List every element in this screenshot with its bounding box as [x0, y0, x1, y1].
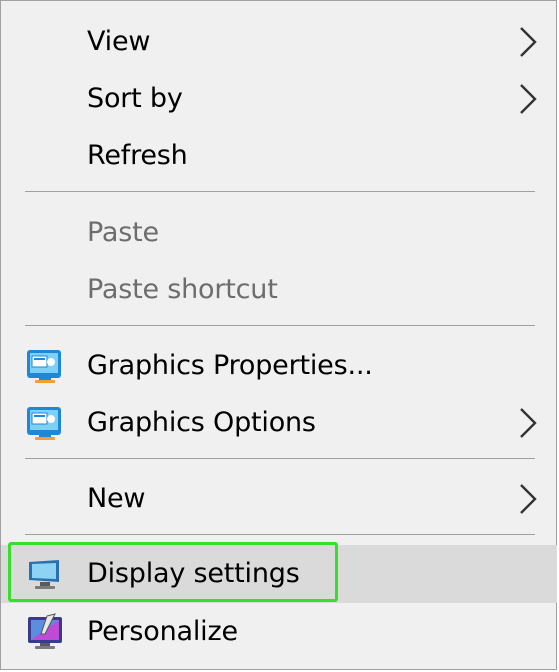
chevron-right-icon: [520, 84, 537, 114]
menu-item-new[interactable]: New: [1, 471, 557, 527]
menu-separator: [25, 458, 535, 459]
menu-separator: [25, 191, 535, 192]
intel-graphics-icon: [27, 407, 61, 440]
menu-item-label: New: [87, 482, 146, 514]
menu-item-label: Refresh: [87, 139, 188, 171]
monitor-icon: [29, 560, 59, 589]
menu-item-label: Sort by: [87, 82, 183, 114]
menu-item-label: Personalize: [87, 615, 238, 647]
menu-item-sort-by[interactable]: Sort by: [1, 71, 557, 127]
menu-item-view[interactable]: View: [1, 14, 557, 70]
menu-separator: [25, 325, 535, 326]
menu-item-label: Display settings: [87, 557, 300, 589]
menu-item-paste: Paste: [1, 205, 557, 261]
menu-item-label: View: [87, 25, 151, 57]
chevron-right-icon: [520, 27, 537, 57]
personalize-monitor-icon: [28, 613, 62, 649]
menu-item-graphics-options[interactable]: Graphics Options: [1, 395, 557, 451]
menu-item-display-settings[interactable]: Display settings: [1, 545, 557, 603]
menu-item-graphics-properties[interactable]: Graphics Properties...: [1, 338, 557, 394]
menu-item-refresh[interactable]: Refresh: [1, 128, 557, 184]
menu-separator: [25, 534, 535, 535]
chevron-right-icon: [520, 484, 537, 514]
desktop-context-menu: View Sort by Refresh Paste Paste shortcu…: [0, 0, 557, 670]
menu-item-label: Paste: [87, 216, 159, 248]
intel-graphics-icon: [27, 350, 61, 383]
menu-item-paste-shortcut: Paste shortcut: [1, 262, 557, 318]
chevron-right-icon: [520, 408, 537, 438]
menu-item-personalize[interactable]: Personalize: [1, 604, 557, 660]
menu-item-label: Paste shortcut: [87, 273, 278, 305]
menu-item-label: Graphics Properties...: [87, 349, 373, 381]
menu-item-label: Graphics Options: [87, 406, 316, 438]
